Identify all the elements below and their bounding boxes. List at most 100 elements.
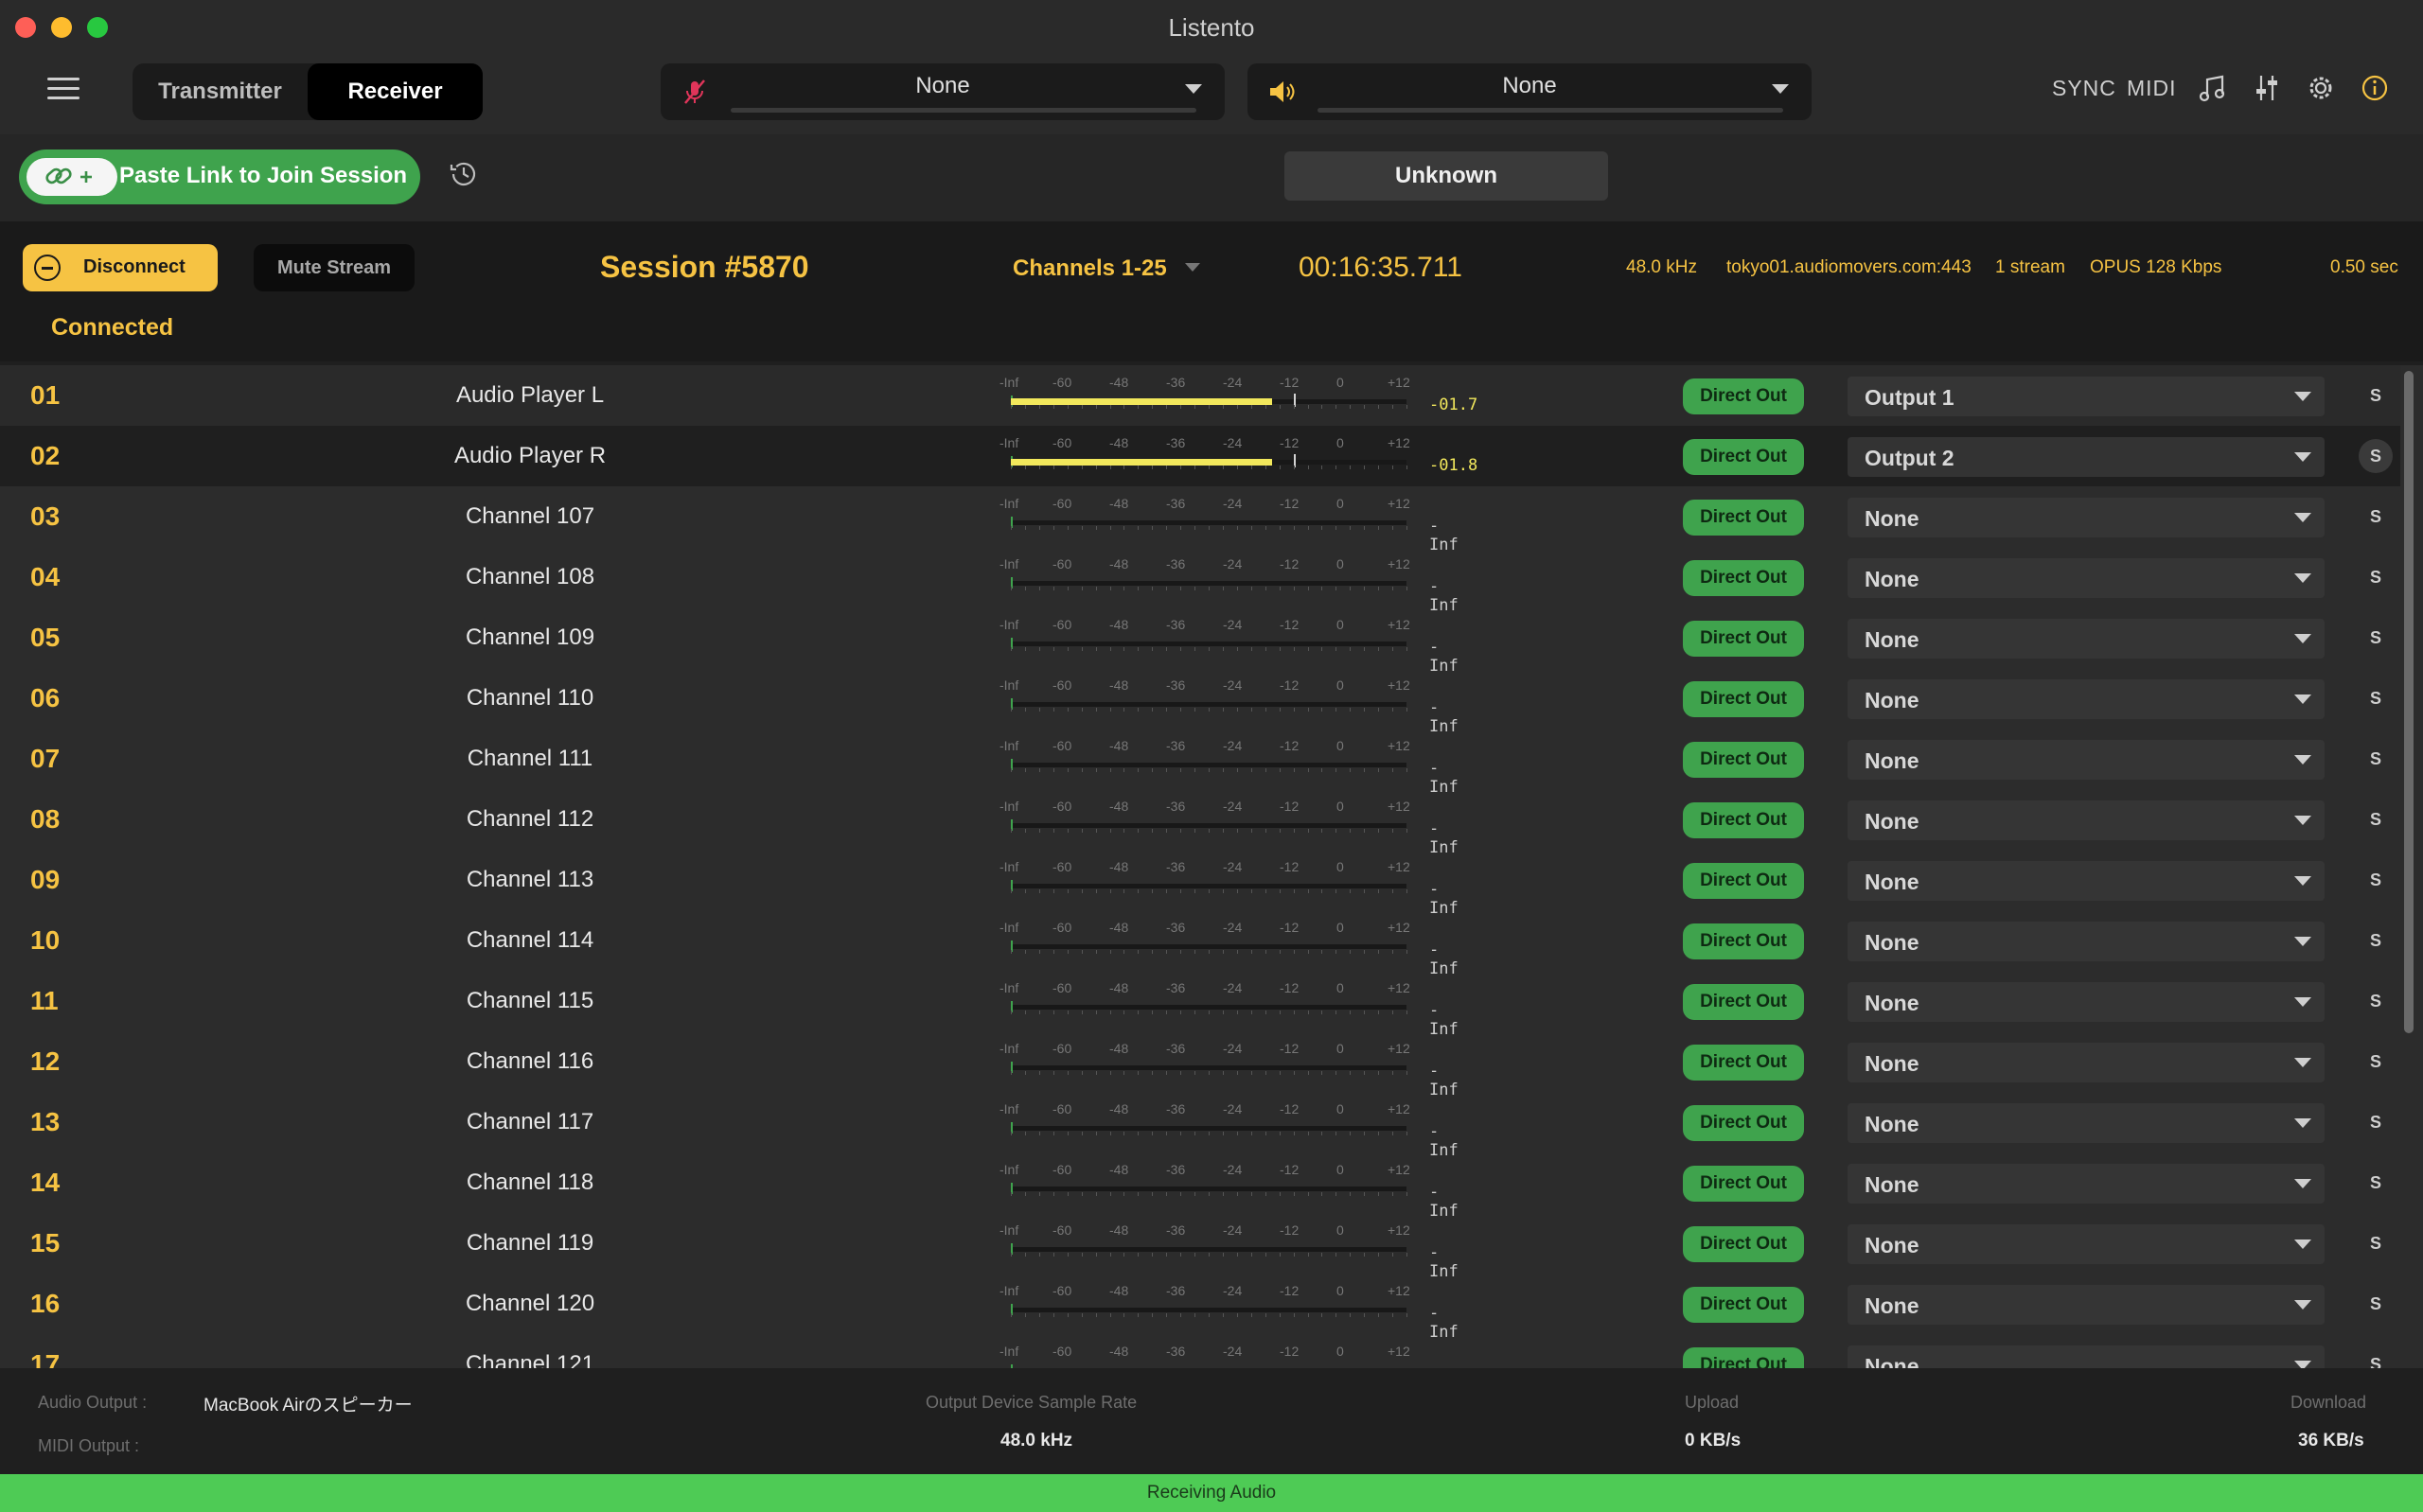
direct-out-button[interactable]: Direct Out (1683, 802, 1804, 838)
footer-panel: Audio Output : MacBook Airのスピーカー MIDI Ou… (0, 1368, 2423, 1474)
paste-link-button[interactable]: Paste Link to Join Session (19, 149, 420, 204)
info-icon[interactable] (2357, 72, 2393, 108)
output-select[interactable]: None (1848, 1285, 2325, 1325)
direct-out-button[interactable]: Direct Out (1683, 863, 1804, 899)
direct-out-button[interactable]: Direct Out (1683, 439, 1804, 475)
output-select[interactable]: None (1848, 800, 2325, 840)
sync-button[interactable]: SYNC (2052, 76, 2116, 101)
channel-row[interactable]: 01 Audio Player L -Inf -60 -48 -36 -24 -12 0 +1… (0, 365, 2400, 426)
direct-out-button[interactable]: Direct Out (1683, 681, 1804, 717)
output-select[interactable]: None (1848, 1224, 2325, 1264)
direct-out-button[interactable]: Direct Out (1683, 378, 1804, 414)
meter-scale-label: 0 (1336, 1101, 1344, 1116)
gear-icon[interactable] (2303, 72, 2339, 108)
meter-scale-label: -36 (1166, 1101, 1186, 1116)
mixer-sliders-icon[interactable] (2249, 72, 2285, 108)
menu-icon[interactable] (47, 78, 80, 106)
output-select[interactable]: None (1848, 1103, 2325, 1143)
direct-out-button[interactable]: Direct Out (1683, 1166, 1804, 1202)
direct-out-button[interactable]: Direct Out (1683, 742, 1804, 778)
solo-button[interactable]: S (2359, 439, 2393, 473)
direct-out-button[interactable]: Direct Out (1683, 1045, 1804, 1081)
output-select[interactable]: None (1848, 922, 2325, 961)
solo-button[interactable]: S (2359, 1166, 2393, 1200)
output-select[interactable]: None (1848, 679, 2325, 719)
disconnect-button[interactable]: Disconnect (23, 244, 218, 291)
direct-out-button[interactable]: Direct Out (1683, 1287, 1804, 1323)
direct-out-button[interactable]: Direct Out (1683, 560, 1804, 596)
solo-button[interactable]: S (2359, 802, 2393, 836)
history-icon[interactable] (445, 157, 483, 195)
title-bar: Listento (0, 0, 2423, 53)
midi-button[interactable]: MIDI (2127, 76, 2177, 101)
solo-button[interactable]: S (2359, 1347, 2393, 1368)
output-select[interactable]: None (1848, 1345, 2325, 1368)
solo-button[interactable]: S (2359, 742, 2393, 776)
solo-button[interactable]: S (2359, 1045, 2393, 1079)
channel-name: Channel 109 (465, 624, 595, 650)
solo-button[interactable]: S (2359, 681, 2393, 715)
direct-out-button[interactable]: Direct Out (1683, 984, 1804, 1020)
output-select[interactable]: None (1848, 861, 2325, 901)
channel-row[interactable]: 12 Channel 116 -Inf -60 -48 -36 -24 -12 0 +12 -… (0, 1031, 2400, 1099)
tab-transmitter[interactable]: Transmitter (133, 63, 308, 120)
solo-button[interactable]: S (2359, 1226, 2393, 1260)
channel-row[interactable]: 06 Channel 110 -Inf -60 -48 -36 -24 -12 0 +12 -… (0, 668, 2400, 736)
output-select[interactable]: None (1848, 740, 2325, 780)
output-select[interactable]: None (1848, 1164, 2325, 1204)
meter-scale-label: -60 (1052, 1344, 1072, 1359)
solo-button[interactable]: S (2359, 621, 2393, 655)
channels-select[interactable]: Channels 1-25 (1013, 255, 1167, 282)
output-select[interactable]: None (1848, 1043, 2325, 1082)
output-select[interactable]: Output 1 (1848, 377, 2325, 416)
solo-button[interactable]: S (2359, 984, 2393, 1018)
meter-scale-label: 0 (1336, 859, 1344, 874)
input-device-select[interactable]: None (661, 63, 1225, 120)
direct-out-button[interactable]: Direct Out (1683, 923, 1804, 959)
direct-out-button[interactable]: Direct Out (1683, 1226, 1804, 1262)
solo-button[interactable]: S (2359, 863, 2393, 897)
direct-out-button[interactable]: Direct Out (1683, 621, 1804, 657)
channel-number: 04 (30, 562, 61, 591)
music-note-icon[interactable] (2194, 72, 2230, 108)
channel-row[interactable]: 03 Channel 107 -Inf -60 -48 -36 -24 -12 0 +12 -… (0, 486, 2400, 554)
channel-row[interactable]: 02 Audio Player R -Inf -60 -48 -36 -24 -12 0 +1… (0, 426, 2400, 486)
meter-scale-label: -Inf (999, 920, 1019, 935)
channel-row[interactable]: 09 Channel 113 -Inf -60 -48 -36 -24 -12 0 +12 -… (0, 850, 2400, 918)
channel-row[interactable]: 07 Channel 111 -Inf -60 -48 -36 -24 -12 0 +12 -… (0, 729, 2400, 797)
channel-row[interactable]: 15 Channel 119 -Inf -60 -48 -36 -24 -12 0 +12 -… (0, 1213, 2400, 1281)
level-meter: -Inf -60 -48 -36 -24 -12 0 +12 -01.8 (999, 435, 1477, 477)
direct-out-button[interactable]: Direct Out (1683, 1105, 1804, 1141)
meter-scale: -Inf -60 -48 -36 -24 -12 0 +12 (999, 1222, 1416, 1239)
tab-receiver[interactable]: Receiver (308, 63, 483, 120)
mute-stream-button[interactable]: Mute Stream (254, 244, 415, 291)
channel-row[interactable]: 05 Channel 109 -Inf -60 -48 -36 -24 -12 0 +12 -… (0, 607, 2400, 676)
output-select[interactable]: None (1848, 558, 2325, 598)
solo-button[interactable]: S (2359, 1287, 2393, 1321)
channel-row[interactable]: 17 Channel 121 -Inf -60 -48 -36 -24 -12 0 +12 -… (0, 1334, 2400, 1368)
channel-list-scrollbar[interactable] (2404, 371, 2414, 1033)
channel-row[interactable]: 14 Channel 118 -Inf -60 -48 -36 -24 -12 0 +12 -… (0, 1152, 2400, 1221)
solo-button[interactable]: S (2359, 923, 2393, 958)
channel-row[interactable]: 04 Channel 108 -Inf -60 -48 -36 -24 -12 0 +12 -… (0, 547, 2400, 615)
direct-out-button[interactable]: Direct Out (1683, 500, 1804, 536)
output-select[interactable]: None (1848, 498, 2325, 537)
meter-scale: -Inf -60 -48 -36 -24 -12 0 +12 (999, 435, 1416, 452)
solo-button[interactable]: S (2359, 1105, 2393, 1139)
solo-button[interactable]: S (2359, 378, 2393, 413)
output-select[interactable]: None (1848, 982, 2325, 1022)
output-device-select[interactable]: None (1247, 63, 1812, 120)
meter-scale-label: -Inf (999, 556, 1019, 571)
output-select-label: None (1865, 1172, 1919, 1197)
direct-out-button[interactable]: Direct Out (1683, 1347, 1804, 1368)
output-select[interactable]: Output 2 (1848, 437, 2325, 477)
output-select[interactable]: None (1848, 619, 2325, 659)
channel-row[interactable]: 08 Channel 112 -Inf -60 -48 -36 -24 -12 0 +12 -… (0, 789, 2400, 857)
channel-row[interactable]: 16 Channel 120 -Inf -60 -48 -36 -24 -12 0 +12 -… (0, 1274, 2400, 1342)
channel-row[interactable]: 10 Channel 114 -Inf -60 -48 -36 -24 -12 0 +12 -… (0, 910, 2400, 978)
solo-button[interactable]: S (2359, 500, 2393, 534)
channel-row[interactable]: 13 Channel 117 -Inf -60 -48 -36 -24 -12 0 +12 -… (0, 1092, 2400, 1160)
solo-button[interactable]: S (2359, 560, 2393, 594)
channel-row[interactable]: 11 Channel 115 -Inf -60 -48 -36 -24 -12 0 +12 -… (0, 971, 2400, 1039)
chevron-down-icon[interactable] (1185, 263, 1200, 272)
